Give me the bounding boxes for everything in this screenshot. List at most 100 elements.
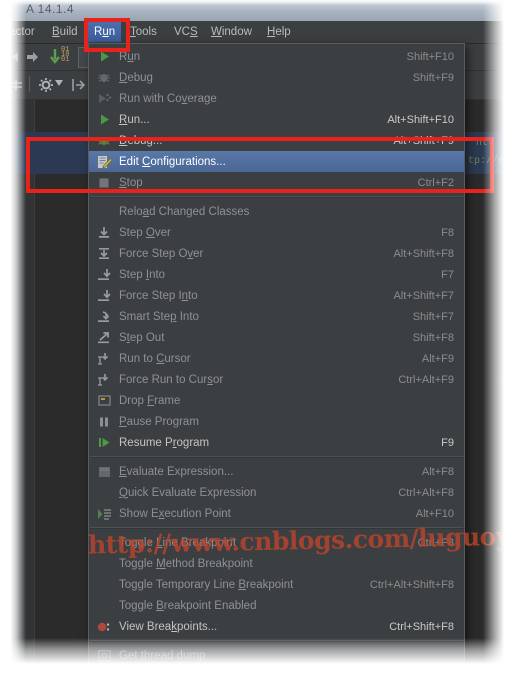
menu-item-accelerator: Ctrl+F8	[417, 536, 454, 549]
menu-item-accelerator: Alt+Shift+F8	[393, 247, 454, 260]
edit-pencil-icon	[95, 154, 113, 170]
menubar[interactable]: factor Build Run Tools VCS Window Help	[0, 21, 513, 44]
menu-item-debug-ellipsis[interactable]: Debug... Alt+Shift+F9	[89, 130, 464, 151]
menu-item-drop-frame[interactable]: Drop Frame	[89, 390, 464, 411]
chevron-down-icon[interactable]	[55, 80, 63, 87]
stop-square-icon	[99, 178, 109, 187]
gear-icon[interactable]	[38, 77, 54, 93]
menu-item-run-to-cursor[interactable]: Run to Cursor Alt+F9	[89, 348, 464, 369]
menu-item-step-out[interactable]: Step Out Shift+F8	[89, 327, 464, 348]
window-title: A 14.1.4	[26, 2, 75, 16]
code-fragment: tp://ma	[468, 156, 511, 167]
menu-item-run-with-coverage[interactable]: Run with Coverage	[89, 88, 464, 109]
menu-item-toggle-temporary-line-breakpoint[interactable]: Toggle Temporary Line Breakpoint Ctrl+Alt…	[89, 574, 464, 595]
empty-icon	[95, 485, 113, 501]
menu-item-view-breakpoints[interactable]: View Breakpoints... Ctrl+Shift+F8	[89, 616, 464, 637]
run-to-cursor-icon	[98, 374, 109, 386]
ide-window: "htt tp://ma 01 10 01 A 14.1.4 factor Build R…	[0, 0, 513, 678]
empty-icon	[95, 535, 113, 551]
coverage-icon	[99, 94, 111, 103]
menu-item-label: Toggle Line Breakpoint	[119, 536, 237, 549]
pause-icon	[100, 417, 108, 426]
menu-item-label: Debug	[119, 71, 153, 84]
menu-separator-3	[90, 527, 463, 529]
menu-item-accelerator: Alt+F10	[415, 507, 454, 520]
menu-item-accelerator: Ctrl+Alt+F9	[398, 373, 454, 386]
menu-item-accelerator: Ctrl+Alt+F8	[398, 486, 454, 499]
menu-item-label: Show Execution Point	[119, 507, 231, 520]
menubar-item-tools[interactable]: Tools	[124, 24, 163, 41]
menubar-item-vcs[interactable]: VCS	[168, 24, 204, 41]
menu-item-toggle-line-breakpoint[interactable]: Toggle Line Breakpoint Ctrl+F8	[89, 532, 464, 553]
menu-item-force-step-into[interactable]: Force Step Into Alt+Shift+F7	[89, 285, 464, 306]
menu-item-force-step-over[interactable]: Force Step Over Alt+Shift+F8	[89, 243, 464, 264]
compile-arrow-icon[interactable]	[50, 48, 60, 66]
empty-icon	[95, 598, 113, 614]
menu-item-resume-program[interactable]: Resume Program F9	[89, 432, 464, 453]
drop-frame-icon	[97, 395, 111, 406]
run-menu-popup[interactable]: Run Shift+F10 Debug Shift+F9 Run with Covera…	[88, 43, 465, 669]
menu-item-force-run-to-cursor[interactable]: Force Run to Cursor Ctrl+Alt+F9	[89, 369, 464, 390]
empty-icon	[95, 204, 113, 220]
menu-item-label: Get thread dump	[119, 649, 206, 662]
run-to-cursor-icon	[95, 351, 113, 367]
menu-separator-4	[90, 640, 463, 642]
forward-arrow-icon[interactable]	[24, 49, 40, 65]
menu-item-run[interactable]: Run Shift+F10	[89, 46, 464, 67]
menu-item-step-into[interactable]: Step Into F7	[89, 264, 464, 285]
drop-frame-icon	[95, 393, 113, 409]
evaluate-icon	[95, 464, 113, 480]
empty-icon	[95, 577, 113, 593]
code-fragment: "htt	[470, 138, 495, 149]
show-execution-icon	[95, 506, 113, 522]
menu-item-smart-step-into[interactable]: Smart Step Into Shift+F7	[89, 306, 464, 327]
split-icon[interactable]	[8, 77, 24, 93]
menubar-item-build[interactable]: Build	[46, 24, 84, 41]
menu-item-reload-changed-classes[interactable]: Reload Changed Classes	[89, 201, 464, 222]
menu-item-accelerator: F7	[441, 268, 454, 281]
menu-item-run-ellipsis[interactable]: Run... Alt+Shift+F10	[89, 109, 464, 130]
debug-bug-green-icon	[98, 137, 110, 145]
debug-bug-icon	[95, 70, 113, 86]
menu-item-stop[interactable]: Stop Ctrl+F2	[89, 172, 464, 193]
menu-item-toggle-method-breakpoint[interactable]: Toggle Method Breakpoint	[89, 553, 464, 574]
menu-item-accelerator: Ctrl+Shift+F8	[389, 620, 454, 633]
force-step-into-icon	[95, 288, 113, 304]
menu-item-label: Reload Changed Classes	[119, 205, 250, 218]
menu-item-evaluate-expression[interactable]: Evaluate Expression... Alt+F8	[89, 461, 464, 482]
editor-gutter	[0, 98, 35, 678]
step-out-icon	[98, 332, 109, 344]
run-green-arrow-icon	[100, 51, 109, 62]
menubar-item-refactor[interactable]: factor	[0, 24, 41, 41]
menu-item-label: View Breakpoints...	[119, 620, 218, 633]
menubar-item-window[interactable]: Window	[205, 24, 258, 41]
force-step-over-icon	[95, 246, 113, 262]
menu-item-label: Force Run to Cursor	[119, 373, 224, 386]
step-into-icon	[98, 269, 111, 280]
thread-dump-icon	[95, 648, 113, 664]
menu-item-pause-program[interactable]: Pause Program	[89, 411, 464, 432]
edit-pencil-icon	[96, 154, 112, 169]
menubar-item-run[interactable]: Run	[88, 22, 122, 42]
force-step-over-icon	[99, 248, 109, 259]
empty-icon	[95, 556, 113, 572]
menu-item-accelerator: F8	[441, 226, 454, 239]
back-arrow-icon[interactable]	[8, 49, 24, 65]
menu-item-toggle-breakpoint-enabled[interactable]: Toggle Breakpoint Enabled	[89, 595, 464, 616]
menu-item-edit-configurations[interactable]: Edit Configurations...	[89, 151, 464, 172]
menu-item-step-over[interactable]: Step Over F8	[89, 222, 464, 243]
menu-item-accelerator: Alt+Shift+F7	[393, 289, 454, 302]
step-over-icon	[95, 225, 113, 241]
menu-item-debug[interactable]: Debug Shift+F9	[89, 67, 464, 88]
menu-item-show-execution-point[interactable]: Show Execution Point Alt+F10	[89, 503, 464, 524]
menu-item-get-thread-dump[interactable]: Get thread dump	[89, 645, 464, 666]
run-green-arrow-icon	[95, 112, 113, 128]
menubar-item-help[interactable]: Help	[261, 24, 297, 41]
menu-item-quick-evaluate-expression[interactable]: Quick Evaluate Expression Ctrl+Alt+F8	[89, 482, 464, 503]
menu-item-label: Pause Program	[119, 415, 199, 428]
menu-item-label: Quick Evaluate Expression	[119, 486, 257, 499]
stop-square-icon	[95, 175, 113, 191]
step-over-icon	[99, 227, 109, 238]
collapse-icon[interactable]	[70, 77, 86, 93]
force-step-into-icon	[98, 290, 111, 301]
